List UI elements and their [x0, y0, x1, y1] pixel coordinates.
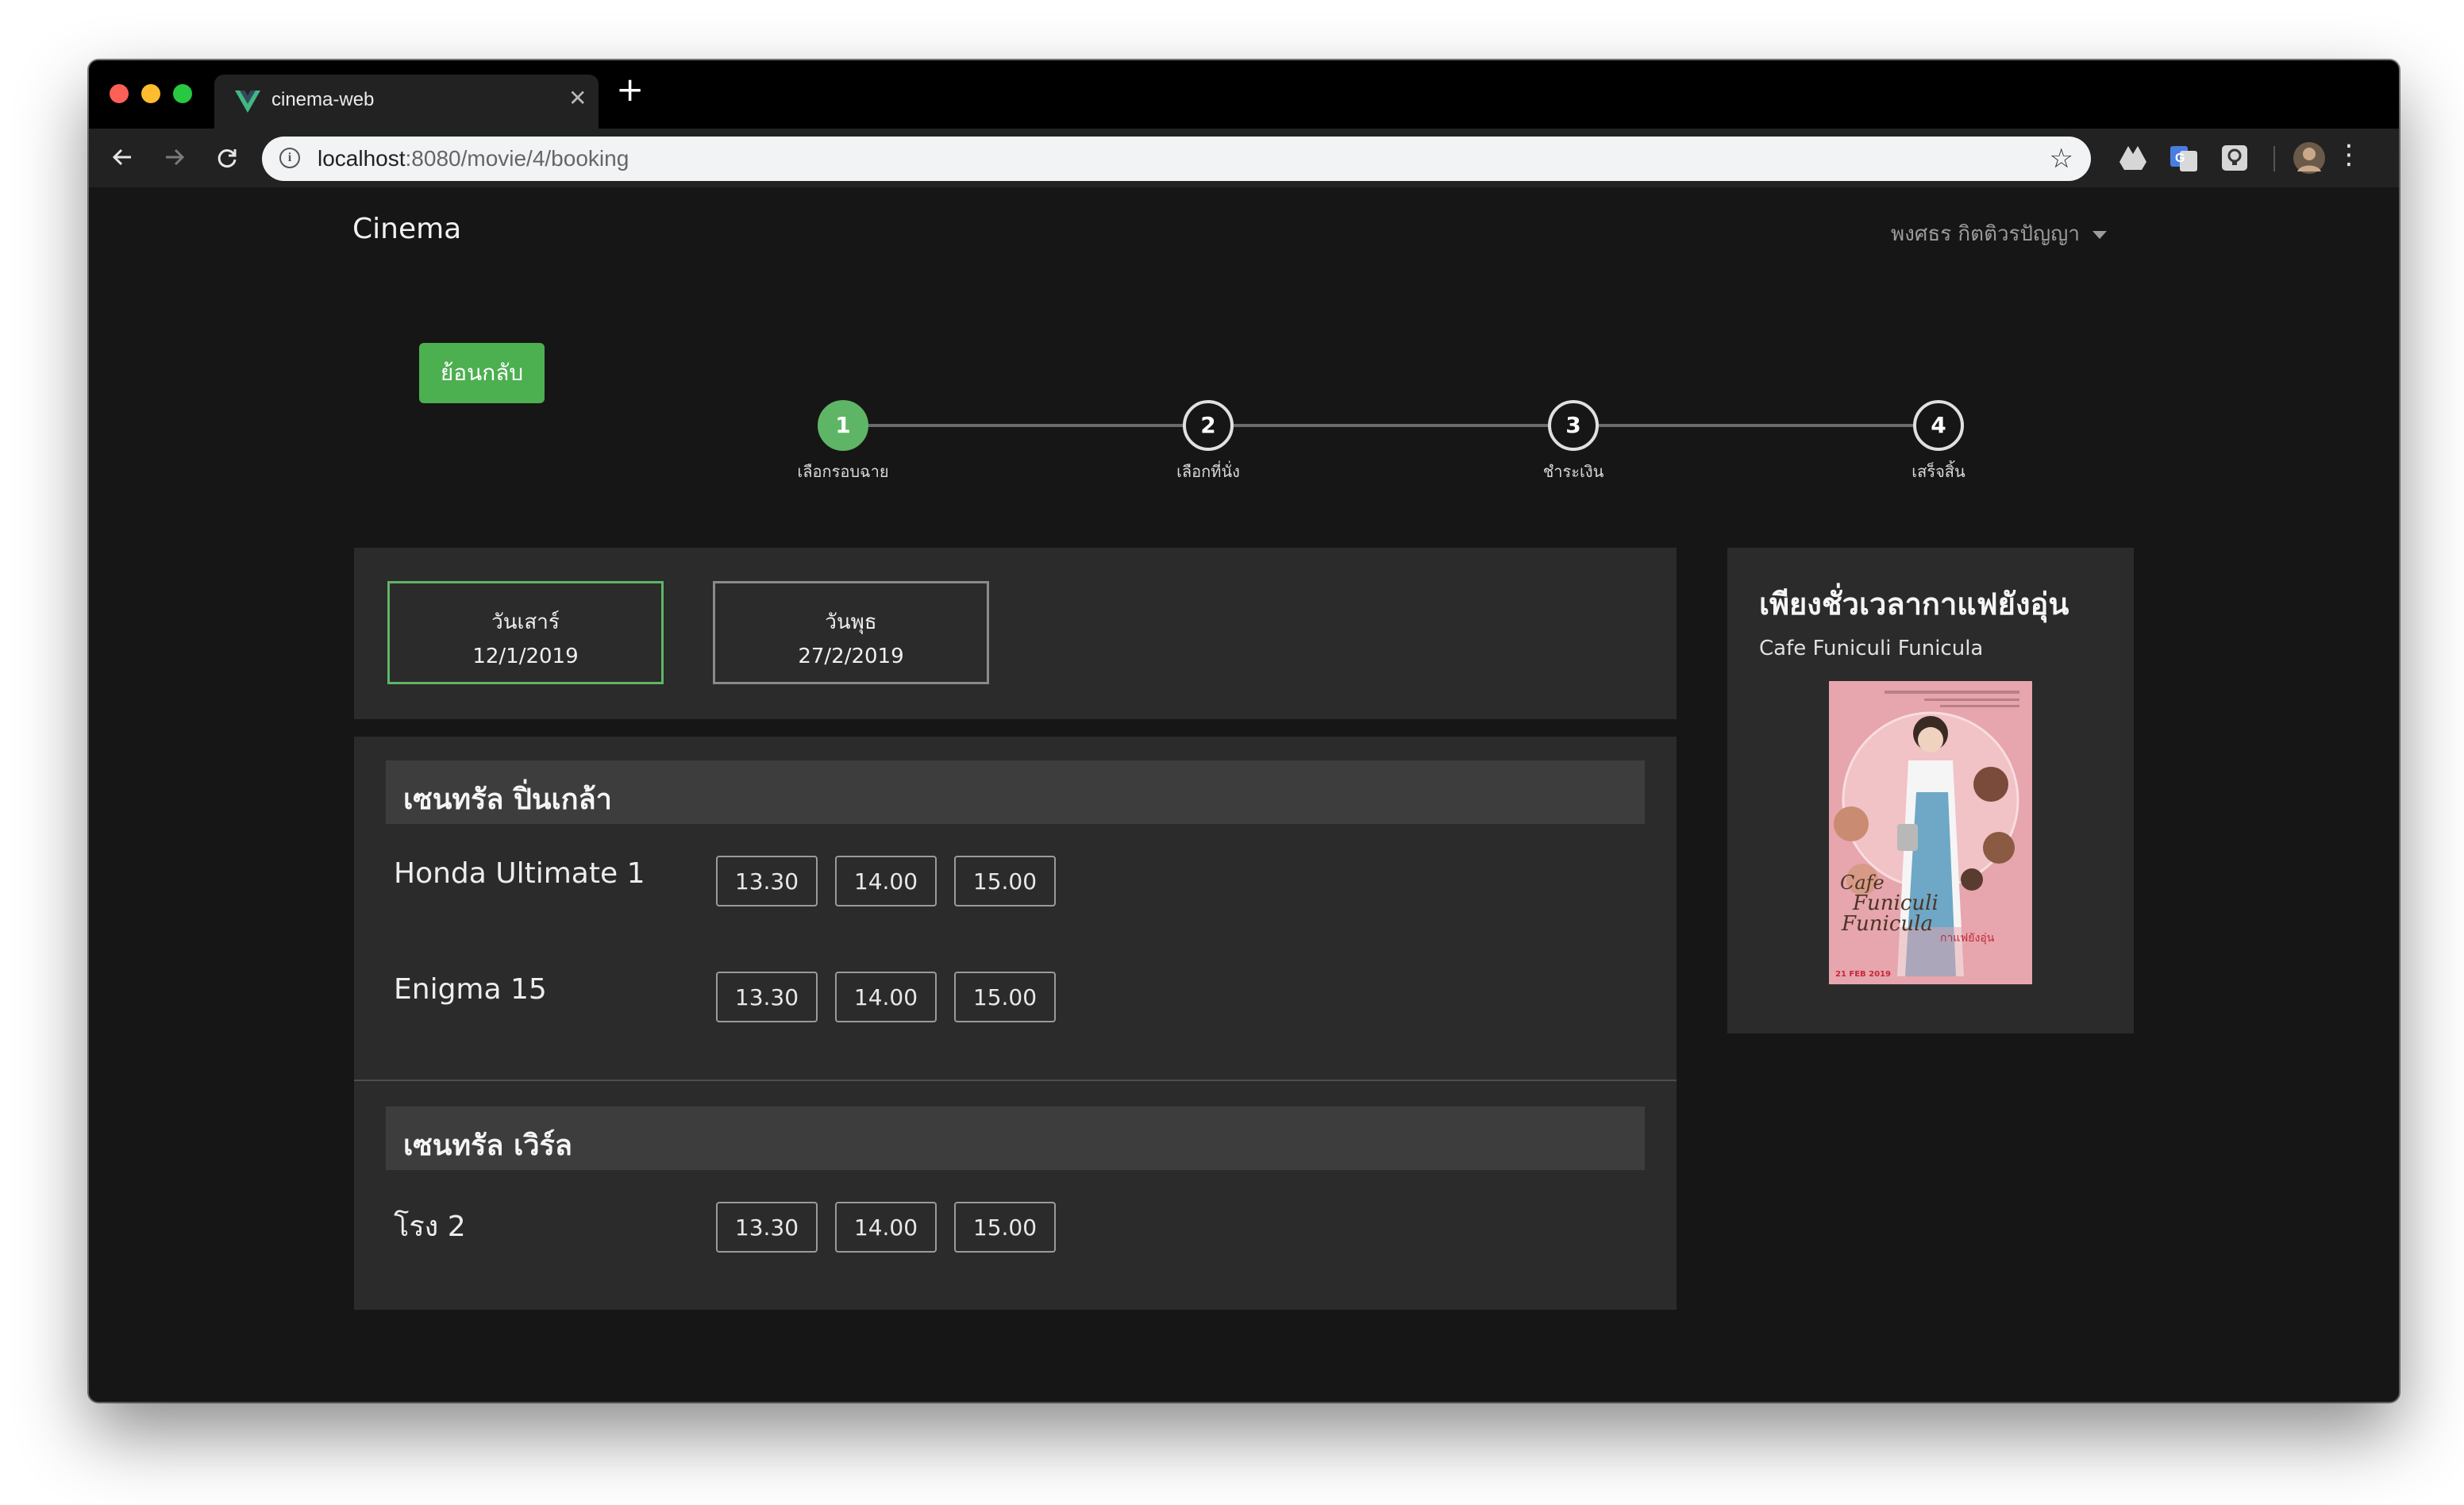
user-name: พงศธร กิตติวรปัญญา	[1891, 222, 2080, 246]
showtime-button[interactable]: 14.00	[835, 972, 937, 1022]
forward-arrow-icon[interactable]	[157, 140, 192, 175]
minimize-window-button[interactable]	[141, 84, 160, 103]
poster-text: กาแฟยังอุ่น	[1940, 932, 1995, 945]
tab-title: cinema-web	[271, 89, 375, 110]
close-window-button[interactable]	[110, 84, 129, 103]
toolbar-divider	[2273, 146, 2275, 171]
step-number: 1	[818, 400, 868, 451]
showtime-button[interactable]: 14.00	[835, 1202, 937, 1253]
brand-logo[interactable]: Cinema	[352, 213, 461, 245]
movie-info-card: เพียงชั่วเวลากาแฟยังอุ่น Cafe Funiculi F…	[1727, 548, 2134, 1033]
info-icon[interactable]: i	[279, 148, 300, 168]
hall-name: Enigma 15	[394, 973, 547, 1006]
showtime-button[interactable]: 15.00	[954, 856, 1056, 906]
step-number: 3	[1548, 400, 1599, 451]
cinema-divider	[354, 1080, 1677, 1081]
cinema-header: เซนทรัล ปิ่นเกล้า	[386, 760, 1645, 824]
vue-logo-icon	[235, 90, 260, 113]
date-day: วันเสาร์	[491, 610, 560, 634]
profile-avatar-icon[interactable]	[2293, 141, 2326, 175]
step-label: ชำระเงิน	[1542, 462, 1604, 481]
page-content: Cinema พงศธร กิตติวรปัญญา ย้อนกลับ 1 เลื…	[89, 187, 2399, 1402]
date-value: 27/2/2019	[798, 645, 904, 668]
date-selector-panel: วันเสาร์ 12/1/2019 วันพุธ 27/2/2019	[354, 548, 1677, 719]
showtime-button[interactable]: 14.00	[835, 856, 937, 906]
poster-text: Funicula	[1841, 912, 1933, 936]
date-day: วันพุธ	[825, 610, 877, 634]
back-button[interactable]: ย้อนกลับ	[419, 343, 545, 403]
user-menu[interactable]: พงศธร กิตติวรปัญญา	[1891, 217, 2107, 250]
step-label: เลือกที่นั่ง	[1176, 462, 1240, 481]
google-translate-icon[interactable]: G	[2169, 143, 2199, 173]
step-label: เลือกรอบฉาย	[797, 462, 889, 481]
browser-window: cinema-web ✕ + i localhost:8080/movie/4/…	[89, 60, 2399, 1402]
caret-down-icon	[2092, 230, 2107, 239]
poster-text: 21 FEB 2019	[1835, 970, 1891, 979]
showtimes-panel: เซนทรัล ปิ่นเกล้า Honda Ultimate 1 13.30…	[354, 737, 1677, 1310]
step-4: 4 เสร็จสิ้น	[1883, 400, 1994, 484]
browser-toolbar: i localhost:8080/movie/4/booking ☆ G ⋮	[89, 129, 2399, 187]
google-drive-icon[interactable]	[2118, 143, 2148, 173]
step-1: 1 เลือกรอบฉาย	[787, 400, 899, 484]
showtime-button[interactable]: 15.00	[954, 972, 1056, 1022]
hall-name: โรง 2	[394, 1211, 466, 1243]
new-tab-icon[interactable]: +	[616, 73, 644, 106]
movie-title-th: เพียงชั่วเวลากาแฟยังอุ่น	[1759, 587, 2069, 622]
movie-title-en: Cafe Funiculi Funicula	[1759, 637, 1984, 660]
step-number: 2	[1183, 400, 1234, 451]
lightbulb-extension-icon[interactable]	[2220, 143, 2250, 173]
step-label: เสร็จสิ้น	[1912, 462, 1965, 481]
step-number: 4	[1913, 400, 1964, 451]
hall-name: Honda Ultimate 1	[394, 857, 645, 890]
svg-text:G: G	[2175, 152, 2185, 165]
showtime-button[interactable]: 13.30	[716, 856, 818, 906]
url-path: :8080/movie/4/booking	[405, 146, 629, 171]
date-value: 12/1/2019	[472, 645, 579, 668]
stepper-line	[843, 424, 1937, 427]
browser-tab[interactable]: cinema-web ✕	[214, 75, 599, 129]
tab-strip: cinema-web ✕ +	[89, 60, 2399, 129]
showtime-button[interactable]: 13.30	[716, 1202, 818, 1253]
reload-icon[interactable]	[210, 140, 244, 175]
step-2: 2 เลือกที่นั่ง	[1153, 400, 1264, 484]
poster-text: Cafe	[1840, 872, 1885, 894]
movie-poster: Cafe Funiculi Funicula กาแฟยังอุ่น 21 FE…	[1829, 681, 2032, 984]
date-option-saturday[interactable]: วันเสาร์ 12/1/2019	[387, 581, 664, 684]
showtime-button[interactable]: 13.30	[716, 972, 818, 1022]
cinema-header: เซนทรัล เวิร์ล	[386, 1107, 1645, 1170]
close-tab-icon[interactable]: ✕	[568, 87, 587, 110]
cinema-name: เซนทรัล ปิ่นเกล้า	[403, 783, 612, 816]
maximize-window-button[interactable]	[173, 84, 192, 103]
address-bar[interactable]: i localhost:8080/movie/4/booking ☆	[262, 137, 2091, 181]
url-host: localhost	[318, 146, 406, 171]
url-text: localhost:8080/movie/4/booking	[318, 146, 629, 171]
cinema-name: เซนทรัล เวิร์ล	[403, 1130, 572, 1162]
step-3: 3 ชำระเงิน	[1518, 400, 1629, 484]
showtime-button[interactable]: 15.00	[954, 1202, 1056, 1253]
browser-menu-icon[interactable]: ⋮	[2335, 141, 2362, 168]
bookmark-star-icon[interactable]: ☆	[2050, 143, 2073, 175]
back-arrow-icon[interactable]	[105, 140, 140, 175]
date-option-wednesday[interactable]: วันพุธ 27/2/2019	[713, 581, 989, 684]
